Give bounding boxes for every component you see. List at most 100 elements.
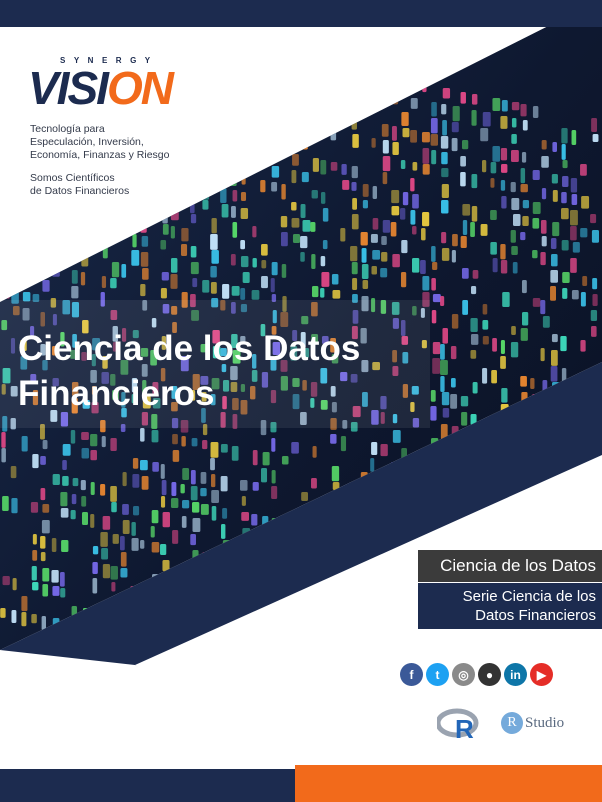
led-segment [212, 58, 219, 67]
led-segment [162, 512, 170, 528]
led-segment [140, 252, 149, 267]
led-segment [372, 218, 379, 230]
led-segment [541, 156, 549, 168]
led-segment [81, 496, 87, 507]
led-segment [311, 190, 318, 199]
led-segment [192, 518, 201, 533]
led-segment [311, 126, 319, 140]
youtube-icon[interactable]: ▶ [530, 663, 553, 686]
led-segment [580, 292, 586, 307]
led-segment [301, 172, 309, 183]
led-segment [131, 26, 137, 39]
led-segment [10, 34, 16, 43]
led-segment [572, 242, 580, 253]
led-segment [441, 184, 449, 199]
led-segment [501, 196, 507, 209]
led-segment [411, 258, 420, 273]
led-segment [91, 162, 98, 173]
led-segment [591, 326, 597, 337]
led-segment [62, 444, 71, 456]
led-segment [21, 164, 27, 174]
led-segment [120, 568, 128, 578]
led-segment [550, 366, 558, 382]
led-segment [380, 444, 388, 457]
led-segment [500, 148, 508, 161]
led-segment [282, 72, 291, 86]
led-segment [480, 224, 488, 236]
led-segment [61, 540, 69, 553]
led-segment [190, 246, 197, 258]
r-logo-icon: R [437, 708, 479, 740]
led-segment [262, 52, 268, 65]
led-segment [330, 130, 337, 141]
linkedin-icon[interactable]: in [504, 663, 527, 686]
led-segment [562, 176, 569, 188]
led-segment [30, 38, 36, 49]
led-segment [311, 286, 319, 298]
led-segment [320, 160, 327, 175]
led-segment [232, 142, 241, 155]
led-segment [512, 262, 518, 274]
led-segment [281, 56, 288, 70]
led-segment [302, 220, 311, 232]
led-segment [460, 236, 467, 249]
led-segment [410, 210, 416, 225]
led-segment [450, 346, 457, 360]
led-segment [92, 562, 98, 574]
led-segment [261, 84, 267, 100]
led-segment [511, 198, 520, 211]
led-segment [461, 412, 468, 426]
led-segment [532, 202, 541, 215]
instagram-icon[interactable]: ◎ [452, 663, 475, 686]
led-segment [371, 138, 376, 148]
led-segment [210, 122, 218, 138]
led-segment [431, 150, 437, 165]
led-segment [251, 514, 258, 526]
facebook-icon[interactable]: f [400, 663, 423, 686]
led-segment [11, 274, 19, 286]
led-segment [170, 226, 175, 239]
led-segment [160, 544, 167, 555]
led-segment [292, 154, 299, 166]
led-segment [322, 96, 328, 105]
led-segment [2, 576, 10, 586]
led-segment [352, 198, 358, 210]
led-segment [230, 126, 235, 142]
led-segment [471, 174, 478, 189]
led-segment [281, 184, 286, 200]
led-segment [220, 444, 228, 453]
led-segment [160, 192, 169, 206]
led-segment [561, 144, 566, 160]
led-segment [252, 130, 260, 145]
led-segment [581, 196, 590, 209]
led-segment [440, 136, 449, 149]
led-segment [381, 124, 389, 137]
led-segment [182, 500, 190, 509]
synergy-vision-logo: SYNERGY VISION [28, 56, 174, 116]
github-icon[interactable]: ● [478, 663, 501, 686]
led-segment [382, 140, 389, 154]
led-segment [160, 240, 167, 250]
twitter-icon[interactable]: t [426, 663, 449, 686]
led-segment [130, 202, 137, 211]
led-segment [341, 164, 347, 175]
led-segment [151, 430, 159, 443]
led-segment [470, 222, 475, 237]
led-segment [80, 272, 86, 286]
led-segment [82, 208, 87, 223]
led-segment [202, 280, 210, 293]
led-segment [122, 472, 127, 487]
led-segment [280, 232, 288, 247]
led-segment [1, 448, 6, 463]
led-segment [170, 162, 176, 173]
led-segment [241, 512, 250, 521]
led-segment [420, 260, 426, 274]
led-segment [270, 134, 277, 144]
led-segment [181, 164, 186, 177]
led-segment [480, 128, 489, 142]
led-segment [440, 344, 445, 360]
led-segment [60, 588, 66, 598]
led-segment [41, 520, 50, 534]
led-segment [200, 504, 209, 515]
led-segment [42, 248, 48, 258]
